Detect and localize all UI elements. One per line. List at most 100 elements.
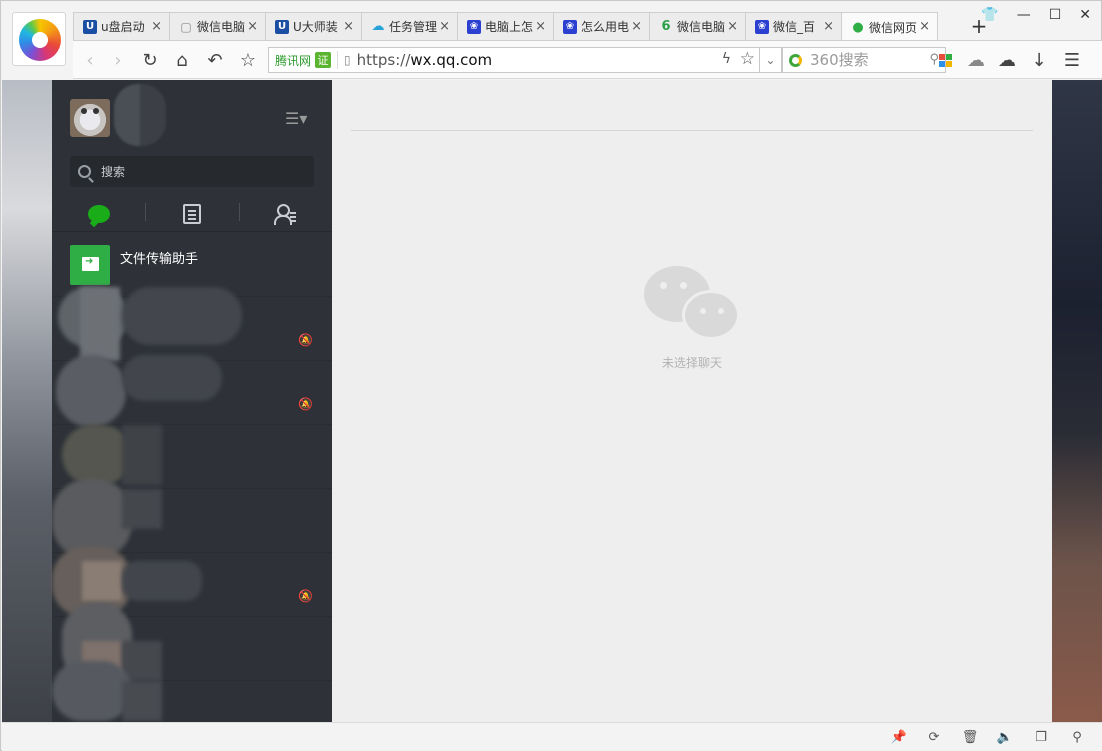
menu-icon[interactable]: ☰ — [1061, 49, 1083, 71]
page-icon: ▯ — [344, 53, 351, 67]
close-icon[interactable]: × — [535, 19, 546, 34]
site-favicon-icon: 6 — [661, 19, 671, 34]
tab-7[interactable]: ❀ 微信_百 × — [745, 12, 842, 40]
tab-1[interactable]: ▢ 微信电脑 × — [169, 12, 266, 40]
tab-8-active[interactable]: ● 微信网页 × — [841, 12, 938, 41]
close-icon[interactable]: × — [151, 19, 162, 34]
undo-close-button[interactable]: ↶ — [204, 49, 226, 71]
cloud-sync-icon[interactable]: ☁ — [965, 49, 987, 71]
tab-articles[interactable] — [145, 196, 238, 231]
accelerate-icon[interactable]: ⟳ — [926, 729, 942, 745]
forward-button[interactable]: › — [107, 49, 129, 71]
window-controls: 👕 — ☐ ✕ — [981, 7, 1091, 23]
close-icon[interactable]: × — [247, 19, 258, 34]
apps-grid-icon[interactable] — [934, 49, 956, 71]
navigation-toolbar: ‹ › ↻ ⌂ ↶ ☆ 腾讯网 证 ▯ https://wx.qq.com ϟ … — [73, 40, 1102, 79]
page-icon: ▢ — [180, 19, 192, 34]
chat-search-input[interactable] — [101, 164, 301, 179]
tab-label: 微信电脑 — [197, 20, 246, 34]
tab-contacts[interactable] — [238, 196, 332, 231]
redacted-name — [122, 641, 162, 681]
360-search-icon — [789, 53, 802, 67]
browser-logo-icon — [19, 19, 61, 61]
tab-chats[interactable] — [52, 196, 145, 231]
cloud-outline-icon[interactable]: ☁ — [996, 49, 1018, 71]
redacted-name — [122, 681, 162, 721]
tab-6[interactable]: 6 微信电脑 × — [649, 12, 746, 40]
nickname-redacted — [114, 84, 166, 146]
minimize-button[interactable]: — — [1017, 7, 1031, 23]
close-icon[interactable]: × — [631, 19, 642, 34]
mute-bell-icon: 🔕 — [298, 589, 313, 603]
divider — [337, 51, 339, 69]
close-icon[interactable]: × — [439, 19, 450, 34]
mute-bell-icon: 🔕 — [298, 397, 313, 411]
baidu-paw-icon: ❀ — [467, 19, 481, 34]
baidu-paw-icon: ❀ — [755, 19, 769, 34]
header-divider — [351, 130, 1033, 131]
chat-item-redacted[interactable]: 🔕 — [52, 287, 332, 361]
zoom-search-icon[interactable]: ⚲ — [1069, 729, 1085, 745]
back-button[interactable]: ‹ — [79, 49, 101, 71]
search-box[interactable]: ⚲ — [782, 47, 946, 73]
close-icon[interactable]: × — [823, 19, 834, 34]
speed-mode-icon[interactable]: ϟ — [722, 51, 731, 67]
close-icon[interactable]: × — [727, 19, 738, 34]
favorite-star-icon[interactable]: ☆ — [740, 49, 755, 69]
volume-icon[interactable]: 🔈 — [997, 729, 1013, 745]
site-name: 腾讯网 — [275, 53, 312, 68]
tab-5[interactable]: ❀ 怎么用电 × — [553, 12, 650, 40]
user-avatar[interactable] — [70, 99, 110, 137]
redacted-name — [122, 287, 242, 345]
close-window-button[interactable]: ✕ — [1079, 7, 1091, 23]
wechat-icon: ● — [852, 19, 864, 35]
tab-strip: Uu盘启动 × ▢ 微信电脑 × U U大师装 × ☁ 任务管理 × ❀ 电脑上怎 × ❀ 怎么用电… — [73, 12, 938, 41]
pin-icon[interactable]: 📌 — [891, 729, 907, 745]
chat-name: 文件传输助手 — [120, 252, 199, 267]
folder-icon — [70, 245, 110, 285]
wallpaper-right — [1052, 80, 1102, 722]
close-icon[interactable]: × — [343, 19, 354, 34]
chat-item-redacted[interactable]: 🔕 — [52, 355, 332, 427]
address-dropdown-chevron-icon[interactable]: ⌄ — [760, 47, 782, 73]
tab-2[interactable]: U U大师装 × — [265, 12, 362, 40]
logo-eye — [718, 308, 724, 314]
360-browser-logo[interactable] — [12, 12, 66, 66]
tab-4[interactable]: ❀ 电脑上怎 × — [457, 12, 554, 40]
tab-label: 微信_百 — [773, 20, 816, 34]
bookmark-star-button[interactable]: ☆ — [237, 49, 259, 71]
tab-label: 微信电脑 — [677, 20, 726, 34]
close-icon[interactable]: × — [919, 19, 930, 34]
reload-button[interactable]: ↻ — [139, 49, 161, 71]
maximize-button[interactable]: ☐ — [1049, 7, 1062, 23]
chat-list: 文件传输助手 🔕 🔕 — [52, 233, 332, 722]
chat-item-redacted[interactable] — [52, 661, 332, 722]
options-menu-icon[interactable]: ☰▾ — [285, 109, 307, 128]
search-input[interactable] — [810, 51, 920, 69]
chat-item-redacted[interactable] — [52, 479, 332, 559]
redacted-name — [122, 355, 222, 401]
home-button[interactable]: ⌂ — [171, 49, 193, 71]
window-mode-icon[interactable]: ❐ — [1033, 729, 1049, 745]
search-icon — [78, 165, 91, 178]
cloud-icon: ☁ — [371, 19, 385, 34]
baidu-paw-icon: ❀ — [563, 19, 577, 34]
empty-state-text: 未选择聊天 — [661, 356, 722, 370]
browser-window: Uu盘启动 × ▢ 微信电脑 × U U大师装 × ☁ 任务管理 × ❀ 电脑上怎 × ❀ 怎么用电… — [0, 0, 1102, 751]
page-viewport: ☰▾ 文件传输助手 — [2, 80, 1102, 722]
address-bar[interactable]: 腾讯网 证 ▯ https://wx.qq.com ϟ ☆ — [268, 47, 760, 73]
redacted-avatar — [52, 661, 132, 721]
tab-label: u盘启动 — [101, 20, 145, 34]
tab-0[interactable]: Uu盘启动 × — [73, 12, 170, 40]
download-icon[interactable]: ↓ — [1028, 49, 1050, 71]
document-icon — [182, 203, 201, 224]
skin-icon[interactable]: 👕 — [981, 7, 998, 23]
cert-badge[interactable]: 证 — [315, 52, 332, 68]
redacted-avatar — [56, 355, 126, 427]
chat-search-box[interactable] — [70, 156, 314, 187]
tab-3[interactable]: ☁ 任务管理 × — [361, 12, 458, 40]
trash-icon[interactable]: 🗑 — [962, 729, 979, 745]
tab-favicon-icon: U — [275, 19, 289, 34]
logo-bubble-small — [682, 290, 740, 340]
url-text[interactable]: https://wx.qq.com — [357, 51, 493, 69]
